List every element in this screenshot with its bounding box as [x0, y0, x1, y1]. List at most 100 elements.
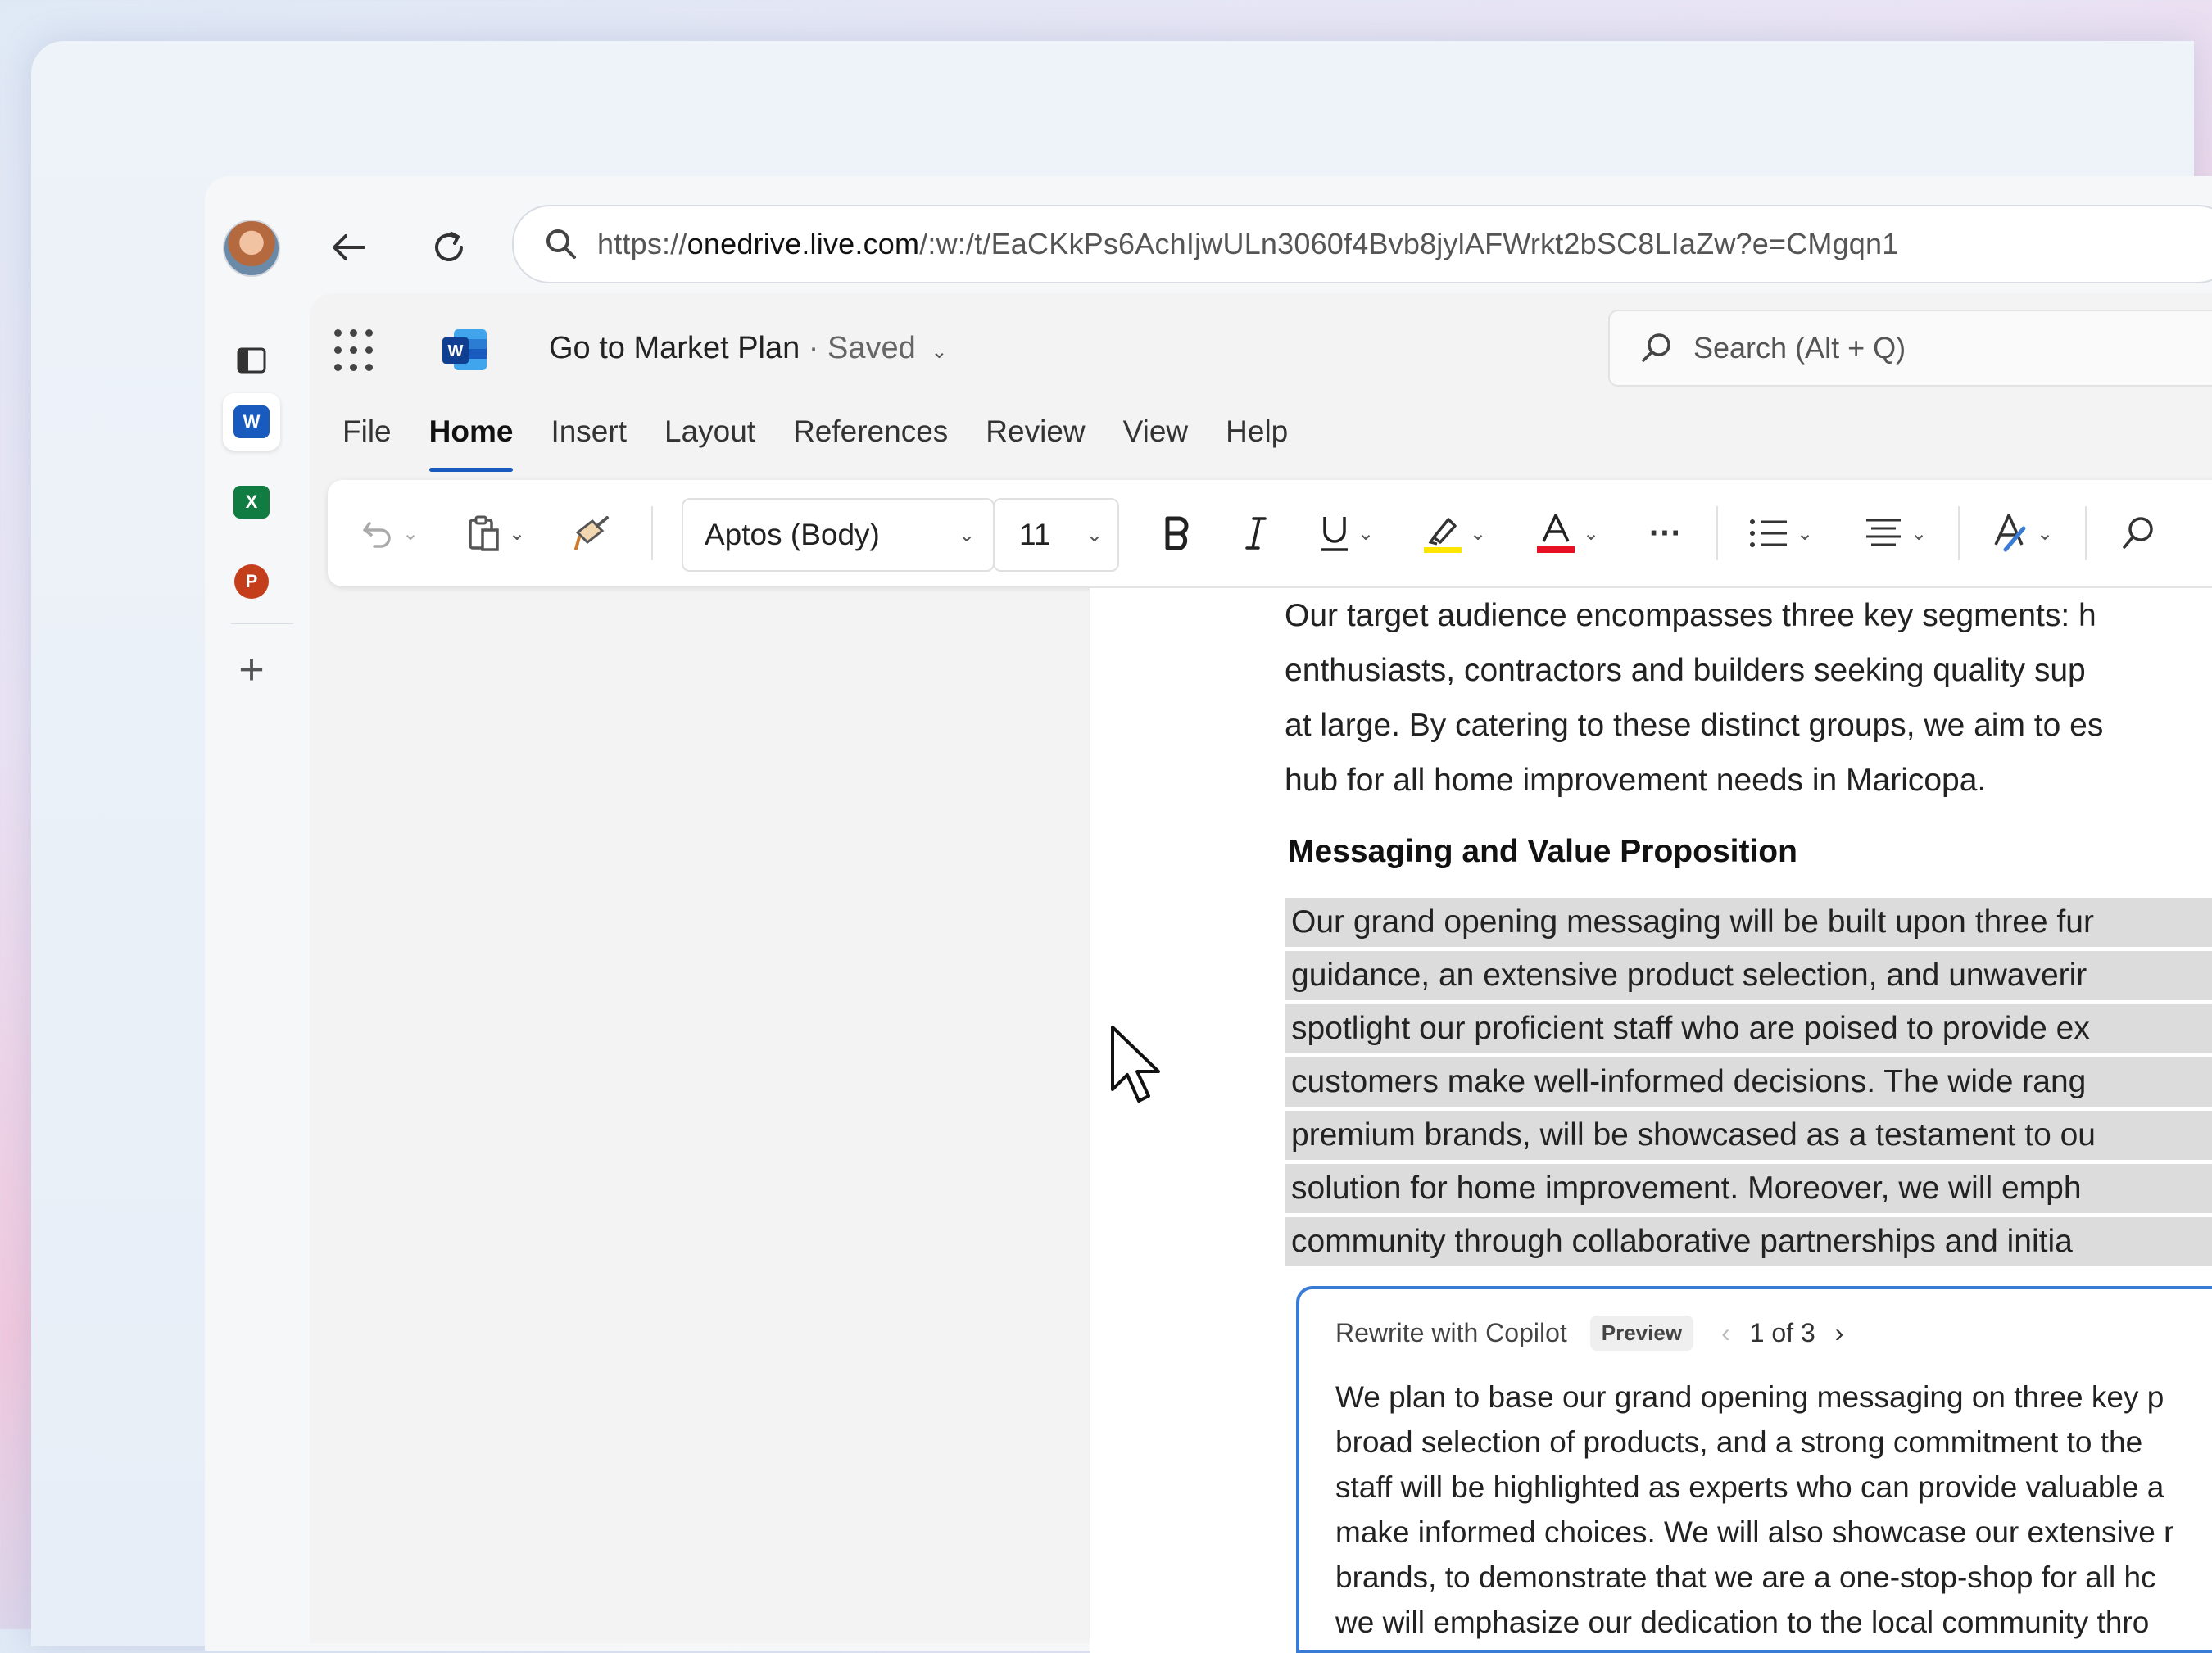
tab-insert[interactable]: Insert	[551, 414, 627, 472]
toolbar-divider	[2085, 506, 2087, 560]
font-name-value: Aptos (Body)	[705, 518, 880, 551]
align-center-icon	[1865, 519, 1901, 546]
undo-button[interactable]: ⌄	[344, 505, 434, 562]
selected-text-line: Our grand opening messaging will be buil…	[1285, 898, 2212, 947]
title-bar: W Go to Market Plan · Saved ⌄ Search (Al…	[310, 293, 2212, 400]
tab-file[interactable]: File	[342, 414, 392, 472]
copilot-header: Rewrite with Copilot Preview ‹ 1 of 3 ›	[1335, 1316, 1843, 1351]
suggestion-line: staff will be highlighted as experts who…	[1335, 1470, 2164, 1504]
ribbon-tabs: File Home Insert Layout References Revie…	[342, 414, 1288, 472]
copilot-rewrite-card: Rewrite with Copilot Preview ‹ 1 of 3 › …	[1296, 1286, 2212, 1653]
styles-icon	[1994, 514, 2026, 552]
preview-badge: Preview	[1589, 1316, 1694, 1351]
font-name-dropdown[interactable]: Aptos (Body) ⌄	[682, 498, 995, 572]
selected-text-line: guidance, an extensive product selection…	[1285, 951, 2212, 1000]
navigation-pane	[310, 595, 1091, 1643]
text-line: Our target audience encompasses three ke…	[1285, 598, 2096, 633]
selected-text-line: customers make well-informed decisions. …	[1285, 1057, 2212, 1107]
toolbar-divider	[1958, 506, 1960, 560]
section-heading: Messaging and Value Proposition	[1288, 834, 1797, 869]
suggestion-line: We plan to base our grand opening messag…	[1335, 1380, 2164, 1414]
copilot-suggestion-text: We plan to base our grand opening messag…	[1335, 1374, 2212, 1645]
chevron-down-icon: ⌄	[2036, 522, 2054, 545]
font-color-button[interactable]: ⌄	[1522, 505, 1612, 562]
font-size-value: 11	[1019, 518, 1051, 551]
undo-icon	[363, 522, 391, 548]
more-options-icon[interactable]: ···	[1637, 505, 1694, 562]
font-size-dropdown[interactable]: 11 ⌄	[993, 498, 1119, 572]
text-line: at large. By catering to these distinct …	[1285, 708, 2104, 743]
word-icon: W	[233, 405, 270, 438]
clipboard-icon	[469, 515, 499, 551]
suggestion-line: we will emphasize our dedication to the …	[1335, 1605, 2150, 1639]
pager-count: 1 of 3	[1749, 1318, 1815, 1347]
search-placeholder: Search (Alt + Q)	[1693, 331, 1906, 365]
back-button[interactable]	[315, 215, 381, 280]
tab-home[interactable]: Home	[428, 414, 513, 472]
mouse-cursor-icon	[1111, 1026, 1160, 1103]
format-painter-button[interactable]	[559, 505, 624, 562]
highlighter-icon	[1423, 518, 1462, 553]
powerpoint-rail-button[interactable]: P	[223, 553, 280, 610]
text-line: hub for all home improvement needs in Ma…	[1285, 763, 1987, 798]
suggestion-pager: ‹ 1 of 3 ›	[1721, 1318, 1843, 1348]
underline-icon	[1321, 517, 1348, 551]
ribbon-toolbar: ⌄ ⌄ Aptos (Body) ⌄ 11 ⌄ ⌄ ⌄ ⌄ ··· ⌄ ⌄ ⌄	[328, 480, 2212, 586]
tab-help[interactable]: Help	[1226, 414, 1288, 472]
tab-icon[interactable]	[223, 332, 280, 389]
word-rail-button[interactable]: W	[223, 393, 280, 451]
url-text: https://onedrive.live.com/:w:/t/EaCKkPs6…	[597, 227, 1899, 260]
selected-text-line: community through collaborative partners…	[1285, 1217, 2212, 1266]
suggestion-line: brands, to demonstrate that we are a one…	[1335, 1560, 2156, 1594]
chevron-down-icon: ⌄	[1796, 522, 1814, 545]
profile-avatar[interactable]	[223, 220, 280, 277]
italic-icon	[1245, 517, 1267, 550]
search-icon	[1642, 333, 1670, 362]
chevron-down-icon: ⌄	[1086, 523, 1103, 546]
selected-text-line: spotlight our proficient staff who are p…	[1285, 1004, 2212, 1053]
intro-paragraph: Our target audience encompasses three ke…	[1285, 588, 2212, 808]
chevron-down-icon: ⌄	[1910, 522, 1928, 545]
tab-layout[interactable]: Layout	[664, 414, 755, 472]
rail-divider	[231, 623, 293, 624]
tab-review[interactable]: Review	[986, 414, 1085, 472]
refresh-button[interactable]	[416, 215, 482, 280]
document-title[interactable]: Go to Market Plan · Saved ⌄	[549, 331, 947, 366]
selected-text-line: premium brands, will be showcased as a t…	[1285, 1111, 2212, 1160]
chevron-down-icon: ⌄	[931, 341, 948, 363]
toolbar-divider	[1716, 506, 1718, 560]
app-launcher-icon[interactable]	[334, 329, 378, 374]
toolbar-divider	[651, 506, 653, 560]
chevron-down-icon: ⌄	[1357, 522, 1375, 545]
back-arrow-icon	[333, 234, 365, 260]
selected-text-line: solution for home improvement. Moreover,…	[1285, 1164, 2212, 1213]
align-button[interactable]: ⌄	[1850, 505, 1940, 562]
tab-references[interactable]: References	[793, 414, 948, 472]
svg-text:W: W	[448, 342, 464, 360]
highlight-button[interactable]: ⌄	[1409, 505, 1499, 562]
find-button[interactable]	[2105, 505, 2171, 562]
italic-button[interactable]	[1227, 505, 1285, 562]
styles-button[interactable]: ⌄	[1976, 505, 2066, 562]
selected-paragraph[interactable]: Our grand opening messaging will be buil…	[1285, 898, 2212, 1270]
suggestion-line: make informed choices. We will also show…	[1335, 1515, 2174, 1549]
word-logo-icon: W	[442, 329, 487, 370]
powerpoint-icon: P	[234, 564, 269, 599]
bullets-button[interactable]: ⌄	[1735, 505, 1825, 562]
address-bar[interactable]: https://onedrive.live.com/:w:/t/EaCKkPs6…	[512, 205, 2212, 283]
underline-button[interactable]: ⌄	[1301, 505, 1391, 562]
bullet-list-icon	[1749, 519, 1787, 547]
refresh-icon	[435, 232, 463, 261]
search-box[interactable]: Search (Alt + Q)	[1608, 310, 2212, 387]
suggestion-line: broad selection of products, and a stron…	[1335, 1425, 2143, 1459]
excel-icon: X	[233, 486, 270, 519]
add-icon[interactable]: +	[223, 641, 280, 698]
tab-view[interactable]: View	[1123, 414, 1189, 472]
text-line: enthusiasts, contractors and builders se…	[1285, 653, 2086, 688]
chevron-down-icon: ⌄	[401, 522, 419, 545]
excel-rail-button[interactable]: X	[223, 473, 280, 531]
chevron-right-icon[interactable]: ›	[1835, 1318, 1844, 1348]
bold-button[interactable]	[1149, 505, 1206, 562]
chevron-left-icon[interactable]: ‹	[1721, 1318, 1730, 1348]
paste-button[interactable]: ⌄	[451, 505, 541, 562]
